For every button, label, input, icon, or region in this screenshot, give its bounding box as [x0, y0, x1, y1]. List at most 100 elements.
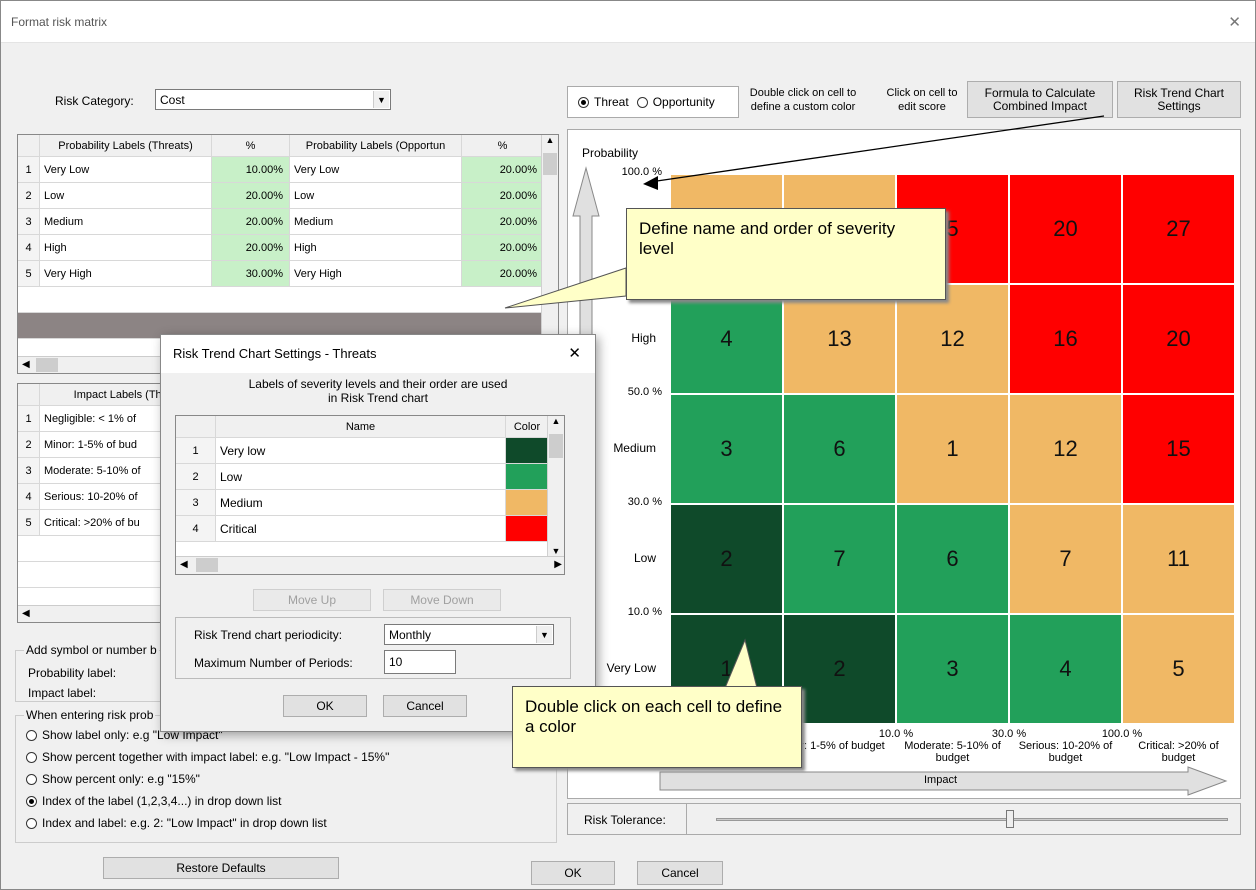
table-cell[interactable]: Very High: [40, 261, 212, 286]
display-option[interactable]: Show percent only: e.g "15%": [26, 772, 200, 786]
severity-name[interactable]: Critical: [216, 516, 506, 541]
table-row-empty[interactable]: [18, 287, 558, 313]
matrix-cell[interactable]: 12: [1009, 394, 1122, 504]
matrix-cell[interactable]: 6: [783, 394, 896, 504]
matrix-cell[interactable]: 12: [896, 284, 1009, 394]
dialog-cancel-button[interactable]: Cancel: [383, 695, 467, 717]
table-cell[interactable]: 20.00%: [462, 157, 544, 182]
scroll-left-icon[interactable]: ◀: [180, 559, 188, 570]
option-radio[interactable]: [26, 774, 37, 786]
move-up-button[interactable]: Move Up: [253, 589, 371, 611]
dialog-close-icon[interactable]: ✕: [568, 344, 581, 362]
severity-name[interactable]: Medium: [216, 490, 506, 515]
option-radio[interactable]: [26, 730, 37, 742]
cancel-button[interactable]: Cancel: [637, 861, 723, 885]
restore-defaults-button[interactable]: Restore Defaults: [103, 857, 339, 879]
scroll-left-icon[interactable]: ◀: [22, 608, 30, 619]
scroll-up-icon[interactable]: ▲: [542, 135, 558, 151]
matrix-cell[interactable]: 3: [896, 614, 1009, 724]
table-cell[interactable]: Medium: [290, 209, 462, 234]
chevron-down-icon[interactable]: ▼: [373, 91, 389, 108]
option-radio[interactable]: [26, 752, 37, 764]
table-cell[interactable]: Low: [290, 183, 462, 208]
table-cell[interactable]: Low: [40, 183, 212, 208]
matrix-cell[interactable]: 20: [1122, 284, 1235, 394]
matrix-cell[interactable]: 4: [1009, 614, 1122, 724]
table-cell[interactable]: 20.00%: [462, 235, 544, 260]
matrix-cell[interactable]: 20: [1009, 174, 1122, 284]
table-cell[interactable]: 20.00%: [462, 183, 544, 208]
table-cell[interactable]: 20.00%: [212, 209, 290, 234]
table-row[interactable]: 1 Very Low 10.00% Very Low 20.00%: [18, 157, 558, 183]
table-row[interactable]: 3 Medium: [176, 490, 564, 516]
display-option[interactable]: Show percent together with impact label:…: [26, 750, 389, 764]
chevron-down-icon[interactable]: ▼: [536, 626, 552, 643]
table-cell[interactable]: Very Low: [290, 157, 462, 182]
table-row[interactable]: 2 Low 20.00% Low 20.00%: [18, 183, 558, 209]
table-cell[interactable]: Very High: [290, 261, 462, 286]
vertical-scrollbar[interactable]: ▲ ▼: [547, 416, 564, 558]
display-option[interactable]: Index of the label (1,2,3,4...) in drop …: [26, 794, 281, 808]
severity-color-swatch[interactable]: [506, 516, 549, 541]
table-row[interactable]: 4 High 20.00% High 20.00%: [18, 235, 558, 261]
severity-name[interactable]: Low: [216, 464, 506, 489]
matrix-cell[interactable]: 5: [1122, 614, 1235, 724]
table-row[interactable]: 2 Low: [176, 464, 564, 490]
scroll-up-icon[interactable]: ▲: [548, 416, 564, 426]
severity-name[interactable]: Very low: [216, 438, 506, 463]
matrix-cell[interactable]: 6: [896, 504, 1009, 614]
slider-thumb[interactable]: [1006, 810, 1014, 828]
table-cell[interactable]: Very Low: [40, 157, 212, 182]
risk-tolerance-slider[interactable]: [716, 818, 1228, 821]
dialog-ok-button[interactable]: OK: [283, 695, 367, 717]
table-cell[interactable]: 2: [18, 183, 40, 208]
matrix-cell[interactable]: 3: [670, 394, 783, 504]
table-row[interactable]: 5 Very High 30.00% Very High 20.00%: [18, 261, 558, 287]
option-label[interactable]: Index and label: e.g. 2: "Low Impact" in…: [42, 816, 327, 830]
table-row[interactable]: 4 Critical: [176, 516, 564, 542]
matrix-cell[interactable]: 13: [783, 284, 896, 394]
close-icon[interactable]: ✕: [1228, 13, 1241, 31]
table-cell[interactable]: 20.00%: [462, 209, 544, 234]
table-cell[interactable]: Medium: [40, 209, 212, 234]
periodicity-select[interactable]: Monthly ▼: [384, 624, 554, 645]
formula-combined-impact-button[interactable]: Formula to Calculate Combined Impact: [967, 81, 1113, 118]
table-row[interactable]: 1 Very low: [176, 438, 564, 464]
matrix-cell[interactable]: 16: [1009, 284, 1122, 394]
table-cell[interactable]: High: [290, 235, 462, 260]
table-cell[interactable]: 20.00%: [212, 235, 290, 260]
table-cell[interactable]: 20.00%: [212, 183, 290, 208]
matrix-cell[interactable]: 11: [1122, 504, 1235, 614]
option-radio[interactable]: [26, 818, 37, 830]
table-cell[interactable]: 10.00%: [212, 157, 290, 182]
severity-color-swatch[interactable]: [506, 464, 549, 489]
scroll-thumb[interactable]: [543, 153, 557, 175]
option-radio[interactable]: [26, 796, 37, 808]
matrix-cell[interactable]: 7: [1009, 504, 1122, 614]
scroll-right-icon[interactable]: ▶: [554, 559, 562, 570]
option-label[interactable]: Show percent together with impact label:…: [42, 750, 389, 764]
horizontal-scrollbar[interactable]: ◀ ▶: [176, 556, 564, 574]
max-periods-input[interactable]: 10: [384, 650, 456, 674]
table-cell[interactable]: 1: [18, 157, 40, 182]
matrix-cell[interactable]: 7: [783, 504, 896, 614]
table-cell[interactable]: High: [40, 235, 212, 260]
table-cell[interactable]: 4: [18, 235, 40, 260]
risk-trend-chart-settings-button[interactable]: Risk Trend Chart Settings: [1117, 81, 1241, 118]
matrix-cell[interactable]: 15: [1122, 394, 1235, 504]
scroll-down-icon[interactable]: ▼: [548, 546, 564, 556]
risk-category-select[interactable]: Cost ▼: [155, 89, 391, 110]
opportunity-label[interactable]: Opportunity: [653, 95, 715, 109]
matrix-cell[interactable]: 4: [670, 284, 783, 394]
opportunity-radio[interactable]: [636, 96, 648, 108]
option-label[interactable]: Index of the label (1,2,3,4...) in drop …: [42, 794, 281, 808]
display-option[interactable]: Index and label: e.g. 2: "Low Impact" in…: [26, 816, 327, 830]
severity-color-swatch[interactable]: [506, 438, 549, 463]
ok-button[interactable]: OK: [531, 861, 615, 885]
table-cell[interactable]: 20.00%: [462, 261, 544, 286]
threat-label[interactable]: Threat: [594, 95, 629, 109]
matrix-cell[interactable]: 2: [670, 504, 783, 614]
table-cell[interactable]: 30.00%: [212, 261, 290, 286]
threat-radio[interactable]: [578, 96, 589, 108]
table-row[interactable]: 3 Medium 20.00% Medium 20.00%: [18, 209, 558, 235]
